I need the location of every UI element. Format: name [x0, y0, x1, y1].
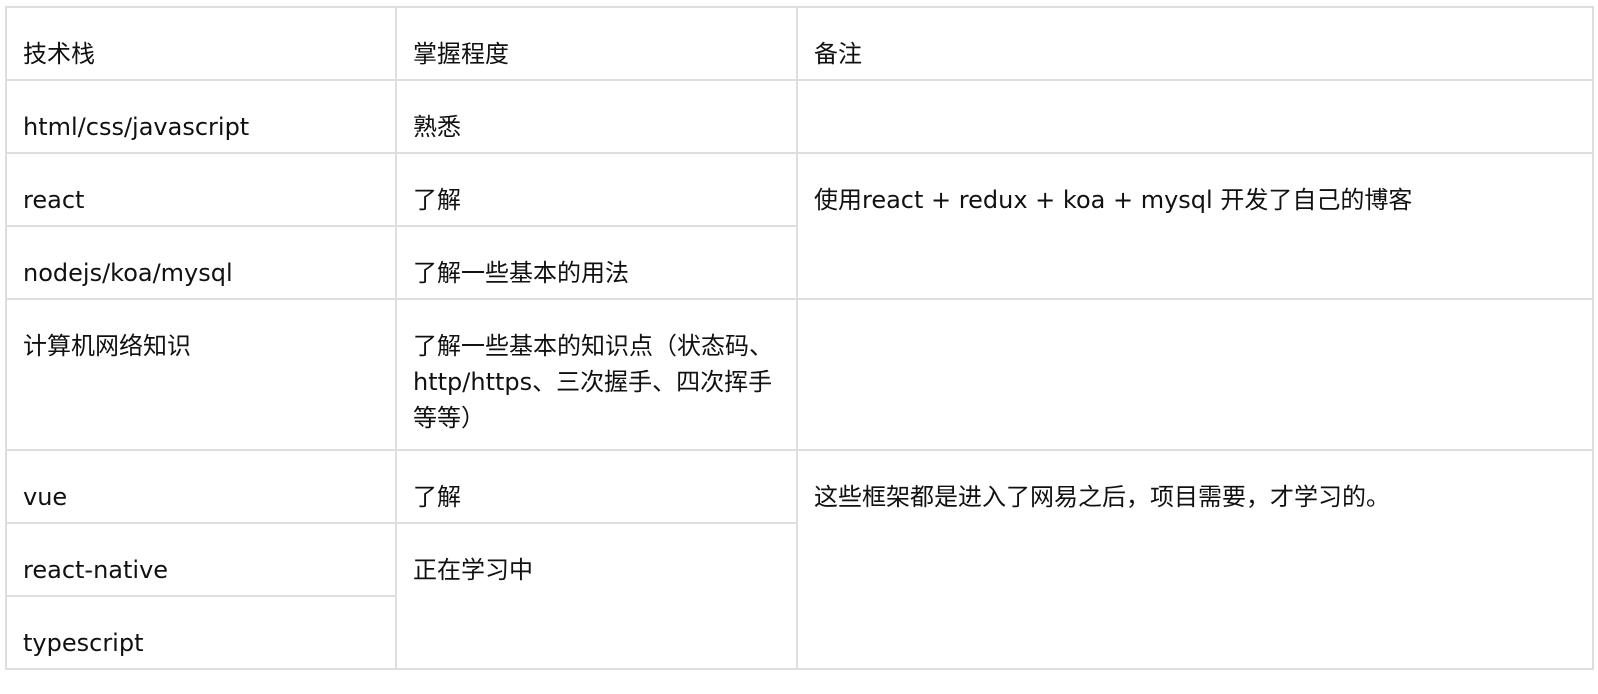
- skills-table: 技术栈 掌握程度 备注 html/css/javascript 熟悉 react…: [5, 6, 1594, 670]
- notes-cell: 使用react + redux + koa + mysql 开发了自己的博客: [796, 152, 1594, 300]
- tech-cell: nodejs/koa/mysql: [5, 225, 397, 300]
- tech-cell: html/css/javascript: [5, 79, 397, 154]
- header-tech: 技术栈: [5, 6, 397, 81]
- table-row: 计算机网络知识 了解一些基本的知识点（状态码、http/https、三次握手、四…: [5, 298, 1594, 451]
- tech-cell: react: [5, 152, 397, 227]
- level-cell: 了解一些基本的用法: [395, 225, 798, 300]
- notes-cell: [796, 79, 1594, 154]
- level-cell: 了解一些基本的知识点（状态码、http/https、三次握手、四次挥手等等）: [395, 298, 798, 451]
- tech-cell: react-native: [5, 522, 397, 597]
- level-cell: 了解: [395, 449, 798, 524]
- header-row: 技术栈 掌握程度 备注: [5, 6, 1594, 81]
- table-row: vue 了解 这些框架都是进入了网易之后，项目需要，才学习的。: [5, 449, 1594, 670]
- tech-cell: 计算机网络知识: [5, 298, 397, 451]
- level-cell: 熟悉: [395, 79, 798, 154]
- table-row: html/css/javascript 熟悉: [5, 79, 1594, 154]
- tech-cell: typescript: [5, 595, 397, 670]
- notes-cell: 这些框架都是进入了网易之后，项目需要，才学习的。: [796, 449, 1594, 670]
- header-notes: 备注: [796, 6, 1594, 81]
- header-level: 掌握程度: [395, 6, 798, 81]
- level-cell: 了解: [395, 152, 798, 227]
- level-cell: 正在学习中: [395, 522, 798, 670]
- notes-cell: [796, 298, 1594, 451]
- tech-cell: vue: [5, 449, 397, 524]
- table-row: react 了解 使用react + redux + koa + mysql 开…: [5, 152, 1594, 300]
